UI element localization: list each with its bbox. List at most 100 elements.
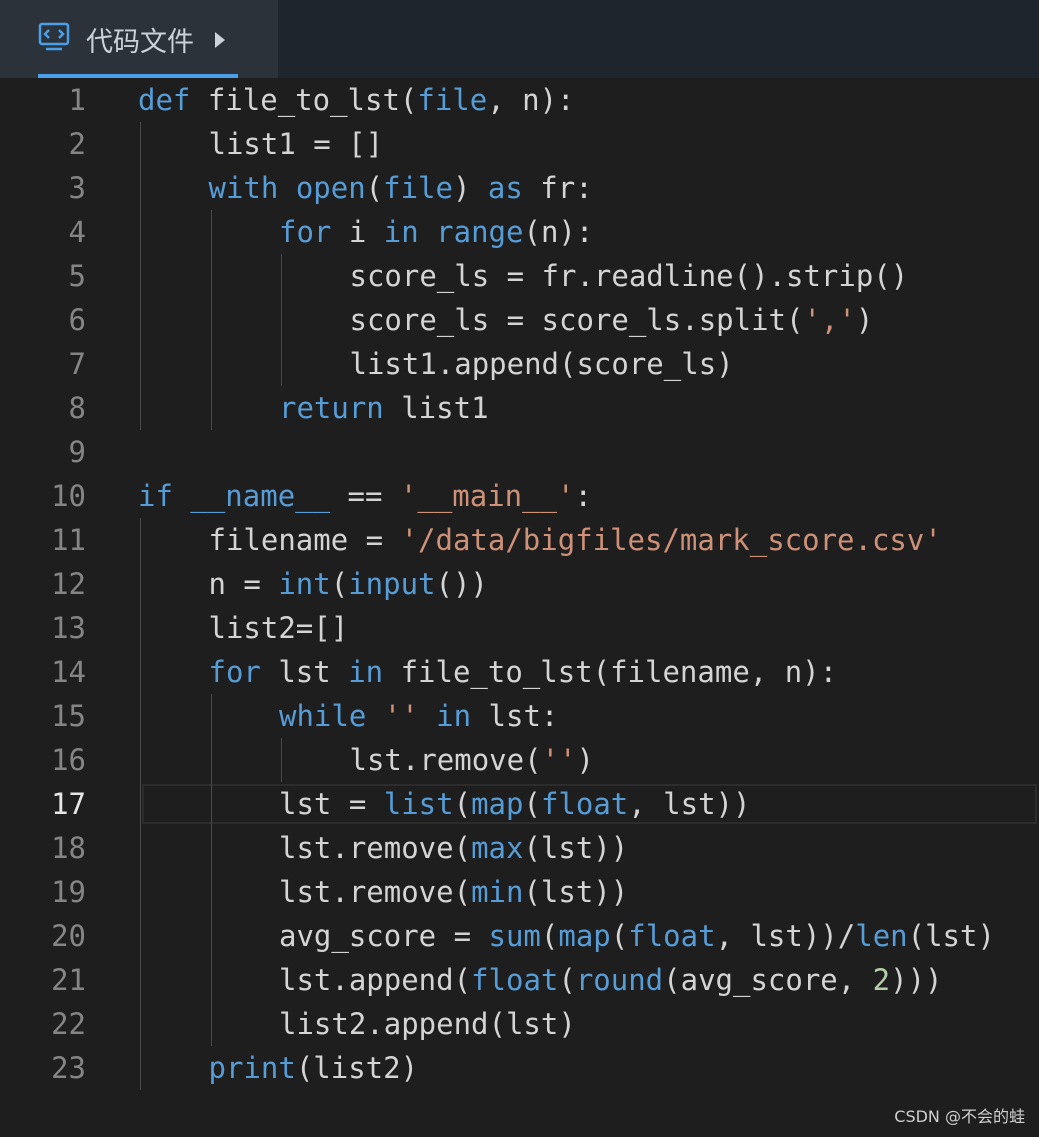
code-text: list1.append(score_ls) — [350, 342, 734, 386]
code-line[interactable]: 5 score_ls = fr.readline().strip() — [0, 254, 1039, 298]
code-token: (avg_score, — [663, 963, 873, 997]
code-line[interactable]: 13 list2=[] — [0, 606, 1039, 650]
code-token: (lst)) — [523, 875, 629, 909]
code-line[interactable]: 16 lst.remove('') — [0, 738, 1039, 782]
line-number: 13 — [51, 611, 86, 645]
code-text: score_ls = fr.readline().strip() — [350, 254, 909, 298]
code-token: list2=[] — [208, 611, 349, 645]
code-line[interactable]: 22 list2.append(lst) — [0, 1002, 1039, 1046]
code-token: input — [348, 567, 436, 601]
line-number: 16 — [51, 743, 86, 777]
code-token: (lst) — [907, 919, 995, 953]
code-token: list1 = [] — [208, 127, 384, 161]
play-arrow-icon[interactable] — [213, 30, 227, 50]
indent-guide — [140, 122, 141, 430]
line-number: 7 — [68, 347, 86, 381]
line-number: 19 — [51, 875, 86, 909]
code-line[interactable]: 23 print(list2) — [0, 1046, 1039, 1090]
line-number: 23 — [51, 1051, 86, 1085]
code-line[interactable]: 20 avg_score = sum(map(float, lst))/len(l… — [0, 914, 1039, 958]
code-text: with open(file) as fr: — [209, 166, 593, 210]
code-text: n = int(input()) — [209, 562, 488, 606]
code-token: file_to_lst(filename, n): — [383, 655, 838, 689]
code-text: print(list2) — [209, 1046, 419, 1090]
code-line[interactable]: 12 n = int(input()) — [0, 562, 1039, 606]
code-line[interactable]: 1 def file_to_lst(file, n): — [0, 78, 1039, 122]
code-text: for lst in file_to_lst(filename, n): — [209, 650, 838, 694]
code-token: == — [330, 479, 400, 513]
line-number: 10 — [51, 479, 86, 513]
code-line[interactable]: 6 score_ls = score_ls.split(',') — [0, 298, 1039, 342]
line-number: 9 — [68, 435, 86, 469]
code-token: ( — [365, 171, 384, 205]
code-token: list1.append(score_ls) — [349, 347, 734, 381]
code-token: range — [436, 215, 524, 249]
line-number: 1 — [68, 83, 86, 117]
indent-guide — [281, 254, 282, 386]
code-token: list1 — [383, 391, 489, 425]
code-token: float — [628, 919, 716, 953]
code-token: (list2) — [295, 1051, 419, 1085]
indent-guide — [210, 694, 212, 1046]
code-token: round — [575, 963, 664, 997]
code-token: '/data/bigfiles/mark_score.csv' — [400, 523, 942, 557]
line-number: 6 — [68, 303, 86, 337]
code-token: file_to_lst( — [190, 83, 418, 117]
tab-bar: 代码文件 — [0, 0, 1039, 78]
tab-title: 代码文件 — [86, 27, 194, 58]
code-line[interactable]: 7 list1.append(score_ls) — [0, 342, 1039, 386]
code-text: return list1 — [279, 386, 489, 430]
code-token: for — [208, 655, 261, 689]
indent-guide — [281, 738, 282, 782]
code-text: lst.remove(min(lst)) — [279, 870, 628, 914]
code-line[interactable]: 21 lst.append(float(round(avg_score, 2))) — [0, 958, 1039, 1002]
code-token: '' — [541, 743, 577, 777]
code-line[interactable]: 2 list1 = [] — [0, 122, 1039, 166]
code-line[interactable]: 9 — [0, 430, 1039, 474]
code-line[interactable]: 4 for i in range(n): — [0, 210, 1039, 254]
code-text: score_ls = score_ls.split(',') — [350, 298, 874, 342]
code-line[interactable]: 18 lst.remove(max(lst)) — [0, 826, 1039, 870]
code-token: 2 — [872, 963, 891, 997]
code-editor[interactable]: 1 def file_to_lst(file, n): 2 list1 = [] 3 wi… — [0, 78, 1039, 1137]
indent-guide — [140, 518, 141, 1090]
code-text: list2.append(lst) — [279, 1002, 576, 1046]
line-number: 20 — [51, 919, 86, 953]
code-line[interactable]: 15 while '' in lst: — [0, 694, 1039, 738]
code-line[interactable]: 17 lst = list(map(float, lst)) — [0, 782, 1039, 826]
code-token: lst.remove( — [279, 831, 472, 865]
code-token: float — [540, 787, 629, 821]
line-number: 12 — [51, 567, 86, 601]
code-token: file — [417, 83, 488, 117]
code-token: list — [383, 787, 454, 821]
code-token: lst.append( — [279, 963, 472, 997]
line-number: 11 — [51, 523, 86, 557]
code-token: ( — [558, 963, 576, 997]
code-line[interactable]: 10 if __name__ == '__main__': — [0, 474, 1039, 518]
code-line[interactable]: 8 return list1 — [0, 386, 1039, 430]
line-number: 17 — [51, 787, 86, 821]
line-number: 2 — [68, 127, 86, 161]
code-line[interactable]: 11 filename = '/data/bigfiles/mark_score.… — [0, 518, 1039, 562]
code-line[interactable]: 14 for lst in file_to_lst(filename, n): — [0, 650, 1039, 694]
code-token: ))) — [890, 963, 943, 997]
code-text: lst.append(float(round(avg_score, 2))) — [279, 958, 943, 1002]
code-token: int — [278, 567, 331, 601]
code-token: ( — [610, 919, 629, 953]
code-token: float — [471, 963, 559, 997]
indent-guide — [210, 210, 212, 430]
code-text: avg_score = sum(map(float, lst))/len(lst… — [279, 914, 995, 958]
code-token: ) — [452, 171, 488, 205]
code-text: for i in range(n): — [279, 210, 593, 254]
code-line[interactable]: 19 lst.remove(min(lst)) — [0, 870, 1039, 914]
code-token: n = — [208, 567, 279, 601]
code-line[interactable]: 3 with open(file) as fr: — [0, 166, 1039, 210]
code-token: ( — [330, 567, 349, 601]
code-token: list2.append(lst) — [279, 1007, 576, 1041]
tab-code-file[interactable]: 代码文件 — [0, 0, 278, 78]
code-token: sum — [488, 919, 541, 953]
code-token: in — [436, 699, 472, 733]
code-token: '' — [383, 699, 419, 733]
